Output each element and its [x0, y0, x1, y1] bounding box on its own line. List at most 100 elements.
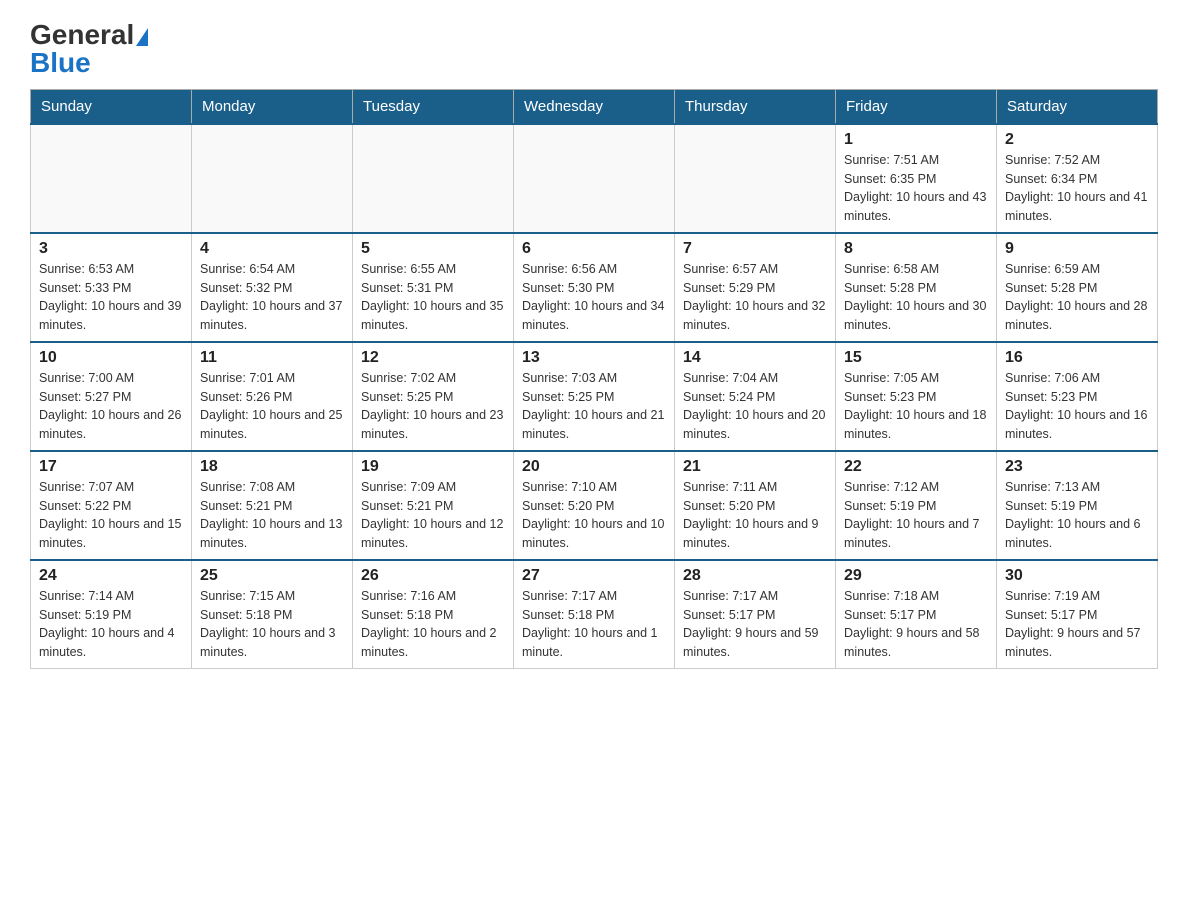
week-row-2: 3Sunrise: 6:53 AMSunset: 5:33 PMDaylight…	[31, 233, 1158, 342]
day-number: 5	[361, 240, 505, 258]
calendar-cell: 17 Sunrise: 7:07 AMSunset: 5:22 PMDayligh…	[31, 451, 192, 560]
day-number: 16	[1005, 349, 1149, 367]
day-info: Sunrise: 6:55 AMSunset: 5:31 PMDaylight:…	[361, 260, 505, 335]
day-info: Sunrise: 6:59 AMSunset: 5:28 PMDaylight:…	[1005, 260, 1149, 335]
day-info: Sunrise: 7:16 AMSunset: 5:18 PMDaylight:…	[361, 587, 505, 662]
day-info: Sunrise: 7:04 AMSunset: 5:24 PMDaylight:…	[683, 369, 827, 444]
calendar-cell: 11Sunrise: 7:01 AMSunset: 5:26 PMDayligh…	[192, 342, 353, 451]
calendar-cell: 25 Sunrise: 7:15 AMSunset: 5:18 PMDayligh…	[192, 560, 353, 669]
day-number: 11	[200, 349, 344, 367]
day-header-friday: Friday	[836, 89, 997, 124]
day-info: Sunrise: 6:53 AMSunset: 5:33 PMDaylight:…	[39, 260, 183, 335]
day-number: 12	[361, 349, 505, 367]
day-number: 13	[522, 349, 666, 367]
day-number: 10	[39, 349, 183, 367]
week-row-3: 10 Sunrise: 7:00 AMSunset: 5:27 PMDayligh…	[31, 342, 1158, 451]
day-number: 6	[522, 240, 666, 258]
day-number: 27	[522, 567, 666, 585]
day-number: 2	[1005, 131, 1149, 149]
day-info: Sunrise: 7:03 AMSunset: 5:25 PMDaylight:…	[522, 369, 666, 444]
calendar-cell: 27 Sunrise: 7:17 AMSunset: 5:18 PMDayligh…	[514, 560, 675, 669]
calendar-cell	[675, 124, 836, 233]
day-info: Sunrise: 7:18 AMSunset: 5:17 PMDaylight:…	[844, 587, 988, 662]
calendar-cell: 16 Sunrise: 7:06 AMSunset: 5:23 PMDayligh…	[997, 342, 1158, 451]
page-header: General Blue	[30, 20, 1158, 79]
day-info: Sunrise: 6:57 AMSunset: 5:29 PMDaylight:…	[683, 260, 827, 335]
calendar-cell: 6 Sunrise: 6:56 AMSunset: 5:30 PMDaylight…	[514, 233, 675, 342]
day-info: Sunrise: 7:15 AMSunset: 5:18 PMDaylight:…	[200, 587, 344, 662]
calendar-cell	[192, 124, 353, 233]
day-info: Sunrise: 7:07 AMSunset: 5:22 PMDaylight:…	[39, 478, 183, 553]
calendar-cell: 30 Sunrise: 7:19 AMSunset: 5:17 PMDayligh…	[997, 560, 1158, 669]
week-row-5: 24 Sunrise: 7:14 AMSunset: 5:19 PMDayligh…	[31, 560, 1158, 669]
calendar-cell: 24 Sunrise: 7:14 AMSunset: 5:19 PMDayligh…	[31, 560, 192, 669]
calendar-cell: 21Sunrise: 7:11 AMSunset: 5:20 PMDayligh…	[675, 451, 836, 560]
logo: General Blue	[30, 20, 148, 79]
day-number: 7	[683, 240, 827, 258]
day-info: Sunrise: 7:05 AMSunset: 5:23 PMDaylight:…	[844, 369, 988, 444]
day-number: 14	[683, 349, 827, 367]
calendar-cell: 26 Sunrise: 7:16 AMSunset: 5:18 PMDayligh…	[353, 560, 514, 669]
day-number: 18	[200, 458, 344, 476]
calendar-cell: 18 Sunrise: 7:08 AMSunset: 5:21 PMDayligh…	[192, 451, 353, 560]
calendar-cell: 13 Sunrise: 7:03 AMSunset: 5:25 PMDayligh…	[514, 342, 675, 451]
day-info: Sunrise: 7:08 AMSunset: 5:21 PMDaylight:…	[200, 478, 344, 553]
day-info: Sunrise: 7:06 AMSunset: 5:23 PMDaylight:…	[1005, 369, 1149, 444]
day-number: 1	[844, 131, 988, 149]
day-number: 26	[361, 567, 505, 585]
day-number: 8	[844, 240, 988, 258]
day-number: 17	[39, 458, 183, 476]
day-number: 22	[844, 458, 988, 476]
day-number: 4	[200, 240, 344, 258]
day-number: 19	[361, 458, 505, 476]
calendar-cell: 9 Sunrise: 6:59 AMSunset: 5:28 PMDaylight…	[997, 233, 1158, 342]
day-info: Sunrise: 7:12 AMSunset: 5:19 PMDaylight:…	[844, 478, 988, 553]
calendar-cell: 1 Sunrise: 7:51 AMSunset: 6:35 PMDaylight…	[836, 124, 997, 233]
day-info: Sunrise: 7:14 AMSunset: 5:19 PMDaylight:…	[39, 587, 183, 662]
day-info: Sunrise: 7:51 AMSunset: 6:35 PMDaylight:…	[844, 151, 988, 226]
day-info: Sunrise: 6:54 AMSunset: 5:32 PMDaylight:…	[200, 260, 344, 335]
day-info: Sunrise: 7:00 AMSunset: 5:27 PMDaylight:…	[39, 369, 183, 444]
day-header-thursday: Thursday	[675, 89, 836, 124]
logo-triangle-icon	[136, 28, 148, 46]
day-header-tuesday: Tuesday	[353, 89, 514, 124]
day-number: 25	[200, 567, 344, 585]
calendar-cell	[31, 124, 192, 233]
calendar-header-row: SundayMondayTuesdayWednesdayThursdayFrid…	[31, 89, 1158, 124]
day-info: Sunrise: 7:17 AMSunset: 5:17 PMDaylight:…	[683, 587, 827, 662]
day-number: 30	[1005, 567, 1149, 585]
day-info: Sunrise: 7:17 AMSunset: 5:18 PMDaylight:…	[522, 587, 666, 662]
day-info: Sunrise: 6:56 AMSunset: 5:30 PMDaylight:…	[522, 260, 666, 335]
calendar-cell: 4 Sunrise: 6:54 AMSunset: 5:32 PMDaylight…	[192, 233, 353, 342]
day-header-sunday: Sunday	[31, 89, 192, 124]
calendar-cell: 19Sunrise: 7:09 AMSunset: 5:21 PMDayligh…	[353, 451, 514, 560]
week-row-1: 1 Sunrise: 7:51 AMSunset: 6:35 PMDaylight…	[31, 124, 1158, 233]
calendar-cell: 3Sunrise: 6:53 AMSunset: 5:33 PMDaylight…	[31, 233, 192, 342]
calendar-cell	[514, 124, 675, 233]
day-info: Sunrise: 7:52 AMSunset: 6:34 PMDaylight:…	[1005, 151, 1149, 226]
calendar-cell: 12 Sunrise: 7:02 AMSunset: 5:25 PMDayligh…	[353, 342, 514, 451]
calendar-cell: 7 Sunrise: 6:57 AMSunset: 5:29 PMDaylight…	[675, 233, 836, 342]
day-number: 29	[844, 567, 988, 585]
day-info: Sunrise: 7:19 AMSunset: 5:17 PMDaylight:…	[1005, 587, 1149, 662]
calendar-cell: 15 Sunrise: 7:05 AMSunset: 5:23 PMDayligh…	[836, 342, 997, 451]
day-number: 9	[1005, 240, 1149, 258]
calendar-cell: 5 Sunrise: 6:55 AMSunset: 5:31 PMDaylight…	[353, 233, 514, 342]
day-header-wednesday: Wednesday	[514, 89, 675, 124]
calendar-cell: 2 Sunrise: 7:52 AMSunset: 6:34 PMDaylight…	[997, 124, 1158, 233]
day-header-monday: Monday	[192, 89, 353, 124]
calendar-cell	[353, 124, 514, 233]
calendar-table: SundayMondayTuesdayWednesdayThursdayFrid…	[30, 89, 1158, 669]
calendar-cell: 29 Sunrise: 7:18 AMSunset: 5:17 PMDayligh…	[836, 560, 997, 669]
day-number: 28	[683, 567, 827, 585]
day-number: 21	[683, 458, 827, 476]
calendar-cell: 10 Sunrise: 7:00 AMSunset: 5:27 PMDayligh…	[31, 342, 192, 451]
calendar-cell: 14 Sunrise: 7:04 AMSunset: 5:24 PMDayligh…	[675, 342, 836, 451]
calendar-cell: 23Sunrise: 7:13 AMSunset: 5:19 PMDayligh…	[997, 451, 1158, 560]
day-info: Sunrise: 7:13 AMSunset: 5:19 PMDaylight:…	[1005, 478, 1149, 553]
day-number: 15	[844, 349, 988, 367]
day-info: Sunrise: 6:58 AMSunset: 5:28 PMDaylight:…	[844, 260, 988, 335]
week-row-4: 17 Sunrise: 7:07 AMSunset: 5:22 PMDayligh…	[31, 451, 1158, 560]
day-info: Sunrise: 7:02 AMSunset: 5:25 PMDaylight:…	[361, 369, 505, 444]
day-number: 24	[39, 567, 183, 585]
